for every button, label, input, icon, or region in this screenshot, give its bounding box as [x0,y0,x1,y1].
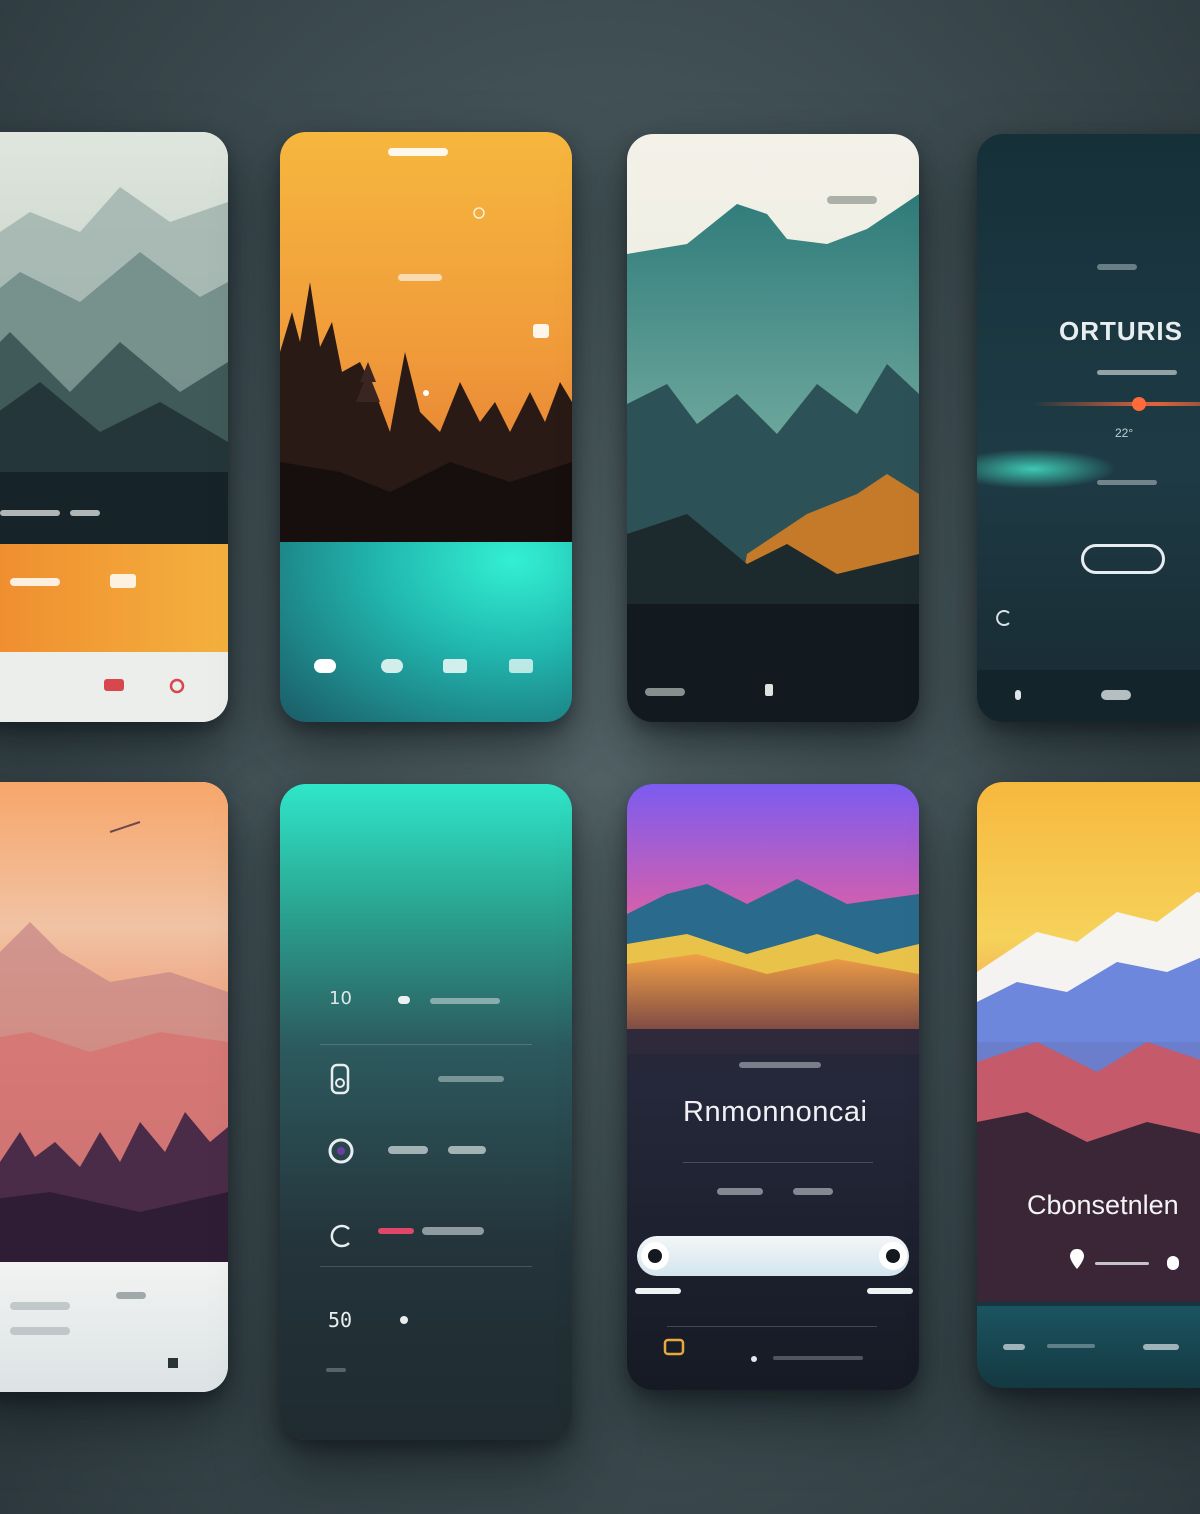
teal-wave [977,449,1117,489]
footer-label [10,1302,70,1310]
divider [320,1266,532,1267]
banner-label [10,578,60,586]
card-pink-sunset[interactable] [0,782,228,1392]
row-label [422,1227,484,1235]
tag-label [398,274,442,281]
slider-thumb[interactable] [1129,394,1149,414]
card-title: Cbonsetnlen [1027,1190,1179,1220]
card-purple-player[interactable]: Rnmonnoncai [627,784,919,1390]
caption-bar [70,510,100,516]
orange-banner [0,544,228,652]
gear-icon[interactable] [310,654,340,678]
footer-label [116,1292,146,1299]
cloud-landscape-illustration [977,782,1200,1302]
circle-icon[interactable] [470,204,488,222]
accent-label [378,1228,414,1234]
chat-icon[interactable] [440,654,470,678]
teal-mountain-illustration [627,134,919,664]
footer-button[interactable] [104,679,124,691]
forward-knob[interactable] [871,1236,915,1276]
weather-title: ORTURIS [1059,316,1183,346]
caption-bar [1097,370,1177,375]
nav-label [1047,1344,1095,1348]
caption-bar [0,510,60,516]
time-bar-start [635,1288,681,1294]
row-label [388,1146,428,1154]
subtitle-bar [739,1062,821,1068]
sunset-illustration [0,782,228,1262]
footer-label [10,1327,70,1335]
stop-icon[interactable] [166,1356,180,1370]
circle-icon[interactable] [326,1136,356,1166]
toggle-switch[interactable] [1081,544,1165,574]
nav-label [645,688,685,696]
teal-panel [280,542,572,722]
dot-icon [421,388,431,398]
caption-bar [1097,480,1157,485]
sunset-dune-illustration [627,784,919,1054]
counter-value: 50 [328,1308,353,1332]
temperature-slider-track[interactable] [1032,402,1200,406]
row-label [448,1146,486,1154]
nav-item[interactable] [1101,690,1131,700]
divider [667,1326,877,1327]
rewind-knob[interactable] [633,1236,677,1276]
nav-label [1003,1344,1025,1350]
counter-dot [400,1316,408,1324]
play-icon[interactable] [377,654,407,678]
bell-icon[interactable] [328,1222,356,1250]
list-icon[interactable] [506,654,536,678]
route-end [1167,1256,1179,1270]
list-icon[interactable] [661,1336,687,1358]
card-teal-settings[interactable]: 10 50 [280,784,572,1440]
gear-icon[interactable]: 10 [328,987,356,1009]
row-label [430,998,500,1004]
nav-dot [751,1356,757,1362]
banner-chip[interactable] [110,574,136,588]
nav-indicator[interactable] [765,684,773,696]
nav-item[interactable] [1015,690,1021,700]
card-dark-weather[interactable]: ORTURIS 22° [977,134,1200,722]
divider [320,1044,532,1045]
shield-icon[interactable] [328,1062,352,1096]
card-teal-mountains[interactable] [627,134,919,722]
status-bar-label [388,148,448,156]
route-line [1095,1262,1149,1265]
card-misty-mountains[interactable] [0,132,228,722]
nav-label [1143,1344,1179,1350]
misty-mountain-illustration [0,132,228,544]
temperature-value: 22° [1115,426,1134,440]
svg-text:10: 10 [329,988,352,1008]
row-label [438,1076,504,1082]
meta-label [793,1188,833,1195]
chat-bubble[interactable] [533,324,549,338]
clock-icon[interactable] [995,608,1015,628]
nav-icon[interactable] [1065,1246,1089,1272]
subtitle-bar [1097,264,1137,270]
card-colorful-clouds[interactable]: Cbonsetnlen [977,782,1200,1388]
divider [683,1162,873,1163]
player-title: Rnmonnoncai [683,1096,868,1128]
header-label [827,196,877,204]
footer-label [326,1368,346,1372]
card-orange-forest[interactable] [280,132,572,722]
forest-illustration [280,132,572,542]
bottom-nav [977,670,1200,722]
time-bar-end [867,1288,913,1294]
heart-icon[interactable] [168,677,186,695]
meta-label [717,1188,763,1195]
playback-progress-track[interactable] [637,1236,909,1276]
nav-label [773,1356,863,1360]
row-dot [398,996,410,1004]
